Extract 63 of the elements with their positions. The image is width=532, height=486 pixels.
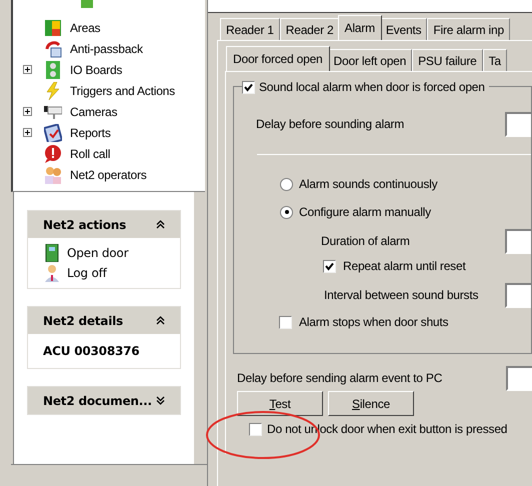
collapse-icon[interactable] — [156, 220, 165, 229]
clipboard-icon — [44, 124, 62, 142]
door-icon — [43, 244, 61, 262]
lightning-icon — [44, 82, 62, 100]
tab[interactable]: Door left open — [328, 49, 412, 71]
card-arrow-icon — [44, 40, 62, 58]
panel-title: Net2 actions — [43, 216, 126, 234]
expand-icon[interactable] — [23, 65, 32, 74]
radio-button[interactable] — [280, 206, 293, 218]
collapse-icon[interactable] — [156, 316, 165, 325]
field-label: Interval between sound bursts — [324, 287, 478, 304]
tree-item[interactable]: Roll call — [70, 144, 110, 162]
tree-item[interactable]: Areas — [70, 18, 100, 36]
tab[interactable]: PSU failure — [412, 49, 483, 71]
radio-label: Configure alarm manually — [299, 204, 431, 221]
action-button[interactable]: Test — [237, 391, 323, 416]
circuit-board-icon — [44, 60, 62, 78]
radio-button[interactable] — [280, 178, 293, 190]
tab[interactable]: Door forced open — [226, 46, 330, 71]
tab[interactable]: Ta — [482, 49, 507, 71]
panel-title: Net2 details — [43, 312, 123, 330]
checkbox[interactable] — [323, 260, 336, 272]
panel-header[interactable]: Net2 details — [28, 307, 180, 334]
tab[interactable]: Reader 1 — [220, 18, 280, 40]
users-icon — [44, 166, 62, 184]
tree-item[interactable]: Triggers and Actions — [70, 82, 175, 100]
tree-item[interactable]: Cameras — [70, 102, 118, 120]
tree-item[interactable]: IO Boards — [70, 60, 122, 78]
checkbox[interactable] — [249, 422, 262, 436]
tab[interactable]: Fire alarm inp — [427, 18, 510, 40]
tree-item[interactable]: Anti-passback — [70, 40, 143, 58]
exclamation-bubble-icon — [44, 144, 62, 162]
interval-input[interactable] — [505, 282, 531, 308]
checkbox-label: Sound local alarm when door is forced open — [259, 79, 485, 96]
tab[interactable]: Reader 2 — [280, 18, 340, 40]
checkbox[interactable] — [242, 80, 255, 94]
field-label: Delay before sending alarm event to PC — [237, 370, 442, 387]
action-button[interactable]: Silence — [328, 391, 414, 416]
tab[interactable]: Events — [380, 18, 428, 40]
pc-delay-input[interactable] — [506, 366, 532, 390]
duration-input[interactable] — [505, 228, 531, 254]
person-icon — [43, 264, 61, 282]
tree-item[interactable]: Reports — [70, 124, 111, 142]
detail-value: ACU 00308376 — [43, 343, 140, 360]
area-icon — [44, 18, 62, 36]
tab[interactable]: Alarm — [338, 15, 382, 40]
expand-icon[interactable] — [156, 396, 165, 405]
panel-header[interactable]: Net2 documen... — [28, 387, 180, 414]
field-label: Duration of alarm — [321, 233, 410, 250]
panel-header[interactable]: Net2 actions — [28, 211, 180, 238]
checkbox[interactable] — [279, 316, 292, 328]
expand-icon[interactable] — [23, 128, 32, 137]
task-link[interactable]: Open door — [67, 244, 128, 262]
checkbox-label: Repeat alarm until reset — [343, 258, 466, 275]
tree-node-icon — [81, 0, 93, 8]
field-label: Delay before sounding alarm — [256, 116, 404, 133]
delay-input[interactable] — [505, 112, 531, 136]
checkbox-label: Alarm stops when door shuts — [299, 314, 448, 331]
radio-label: Alarm sounds continuously — [299, 176, 438, 193]
task-link[interactable]: Log off — [67, 264, 107, 282]
tree-item[interactable]: Net2 operators — [70, 166, 147, 184]
expand-icon[interactable] — [23, 107, 32, 116]
panel-title: Net2 documen... — [43, 392, 152, 410]
